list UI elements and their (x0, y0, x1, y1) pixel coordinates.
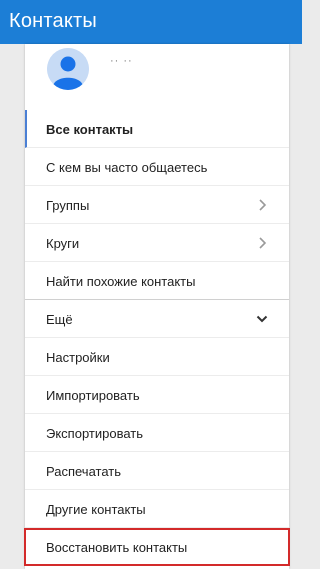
sidebar-menu: Все контакты С кем вы часто общаетесь Гр… (24, 110, 290, 566)
sidebar-item-label: Круги (46, 236, 80, 251)
sidebar-item-label: Найти похожие контакты (46, 274, 196, 289)
app-title: Контакты (9, 10, 97, 32)
sidebar-item-restore-contacts[interactable]: Восстановить контакты (24, 528, 290, 566)
sidebar-item-all-contacts[interactable]: Все контакты (25, 110, 289, 148)
sidebar-item-other-contacts[interactable]: Другие контакты (25, 490, 289, 528)
sidebar-item-label: Настройки (46, 350, 110, 365)
chevron-down-icon (256, 315, 268, 323)
sidebar-item-label: Распечатать (46, 464, 122, 479)
app-header: Контакты (0, 0, 302, 44)
sidebar-item-frequent[interactable]: С кем вы часто общаетесь (25, 148, 289, 186)
sidebar-item-groups[interactable]: Группы (25, 186, 289, 224)
avatar[interactable] (47, 48, 89, 90)
sidebar-item-export[interactable]: Экспортировать (25, 414, 289, 452)
sidebar-item-circles[interactable]: Круги (25, 224, 289, 262)
sidebar-item-settings[interactable]: Настройки (25, 338, 289, 376)
chevron-right-icon (259, 237, 267, 249)
sidebar-item-label: Группы (46, 198, 90, 213)
sidebar-item-print[interactable]: Распечатать (25, 452, 289, 490)
contacts-sidebar: ·· ·· Все контакты С кем вы часто общает… (24, 44, 290, 569)
sidebar-item-more[interactable]: Ещё (25, 300, 289, 338)
sidebar-item-label: Другие контакты (46, 502, 146, 517)
profile-card: ·· ·· (25, 44, 289, 110)
sidebar-item-label: Импортировать (46, 388, 140, 403)
sidebar-item-label: С кем вы часто общаетесь (46, 160, 208, 175)
sidebar-item-label: Ещё (46, 312, 73, 327)
sidebar-item-import[interactable]: Импортировать (25, 376, 289, 414)
sidebar-item-label: Все контакты (46, 122, 134, 137)
chevron-right-icon (259, 199, 267, 211)
sidebar-item-label: Экспортировать (46, 426, 143, 441)
sidebar-item-find-duplicates[interactable]: Найти похожие контакты (25, 262, 289, 300)
profile-name: ·· ·· (110, 55, 133, 67)
sidebar-item-label: Восстановить контакты (46, 540, 188, 555)
user-icon (47, 48, 89, 90)
